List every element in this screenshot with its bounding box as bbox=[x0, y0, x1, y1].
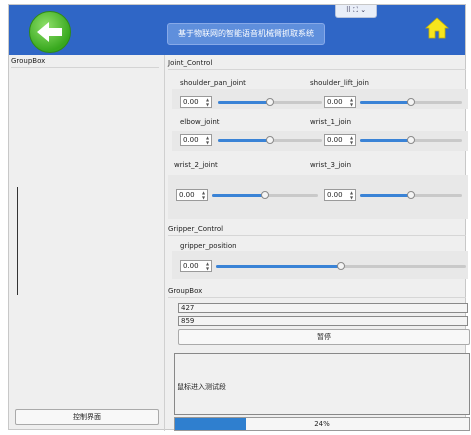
joint-label-shoulder-lift: shoulder_lift_join bbox=[310, 79, 369, 87]
slider-fill bbox=[360, 194, 411, 197]
slider-thumb[interactable] bbox=[266, 136, 274, 144]
slider-thumb[interactable] bbox=[407, 191, 415, 199]
wrist-2-spinbox[interactable]: 0.00 ▲ ▼ bbox=[176, 189, 208, 201]
slider-thumb[interactable] bbox=[407, 98, 415, 106]
joint-label-wrist-1: wrist_1_join bbox=[310, 118, 352, 126]
divider bbox=[168, 297, 466, 298]
spin-value: 0.00 bbox=[183, 262, 199, 270]
slider-thumb[interactable] bbox=[407, 136, 415, 144]
divider bbox=[11, 67, 159, 68]
left-groupbox: GroupBox 控制界面 bbox=[9, 55, 163, 429]
right-panel: Joint_Control shoulder_pan_joint 0.00 ▲ ▼… bbox=[166, 55, 470, 431]
slider-fill bbox=[360, 139, 411, 142]
slider-fill bbox=[212, 194, 265, 197]
shoulder-lift-spinbox[interactable]: 0.00 ▲ ▼ bbox=[324, 96, 356, 108]
control-interface-button[interactable]: 控制界面 bbox=[15, 409, 159, 425]
readout-field-1: 427 bbox=[178, 303, 468, 313]
gripper-position-label: gripper_position bbox=[180, 242, 237, 250]
elbow-slider[interactable] bbox=[218, 136, 322, 144]
gripper-position-slider[interactable] bbox=[216, 262, 466, 270]
slider-thumb[interactable] bbox=[337, 262, 345, 270]
vertical-indicator bbox=[17, 187, 18, 295]
spin-arrows-icon[interactable]: ▲ ▼ bbox=[350, 135, 354, 145]
progress-bar: 24% bbox=[174, 417, 470, 431]
wrist-2-slider[interactable] bbox=[212, 191, 318, 199]
joint-label-elbow: elbow_joint bbox=[180, 118, 220, 126]
shoulder-pan-spinbox[interactable]: 0.00 ▲ ▼ bbox=[180, 96, 212, 108]
arrow-left-icon bbox=[37, 22, 62, 42]
spin-value: 0.00 bbox=[327, 98, 343, 106]
shoulder-pan-slider[interactable] bbox=[218, 98, 322, 106]
left-group-title: GroupBox bbox=[11, 57, 46, 65]
status-group-title: GroupBox bbox=[168, 287, 203, 295]
spin-arrows-icon[interactable]: ▲ ▼ bbox=[350, 97, 354, 107]
spin-value: 0.00 bbox=[179, 191, 195, 199]
slider-fill bbox=[218, 101, 270, 104]
gripper-control-title: Gripper_Control bbox=[168, 225, 224, 233]
wrist-3-slider[interactable] bbox=[360, 191, 462, 199]
back-button[interactable] bbox=[29, 11, 71, 53]
spin-value: 0.00 bbox=[327, 136, 343, 144]
joint-row-bg bbox=[168, 175, 468, 219]
joint-label-shoulder-pan: shoulder_pan_joint bbox=[180, 79, 246, 87]
progress-text: 24% bbox=[314, 420, 330, 428]
spin-arrows-icon[interactable]: ▲ ▼ bbox=[350, 190, 354, 200]
slider-thumb[interactable] bbox=[261, 191, 269, 199]
window-handle-tab[interactable]: ⠿ ⛶ ⌄ bbox=[335, 5, 377, 18]
wrist-3-spinbox[interactable]: 0.00 ▲ ▼ bbox=[324, 189, 356, 201]
gripper-position-spinbox[interactable]: 0.00 ▲ ▼ bbox=[180, 260, 212, 272]
shoulder-lift-slider[interactable] bbox=[360, 98, 462, 106]
spin-value: 0.00 bbox=[183, 98, 199, 106]
spin-arrows-icon[interactable]: ▲ ▼ bbox=[206, 97, 210, 107]
joint-label-wrist-3: wrist_3_join bbox=[310, 161, 352, 169]
wrist-1-slider[interactable] bbox=[360, 136, 462, 144]
log-text: 鼠标进入测试段 bbox=[177, 383, 226, 391]
panel-divider bbox=[164, 55, 165, 431]
home-icon bbox=[424, 17, 450, 39]
spin-value: 0.00 bbox=[183, 136, 199, 144]
divider bbox=[168, 69, 466, 70]
joint-row-bg bbox=[172, 89, 468, 109]
readout-field-2: 859 bbox=[178, 316, 468, 326]
joint-control-title: Joint_Control bbox=[168, 59, 213, 67]
divider bbox=[168, 235, 466, 236]
spin-arrows-icon[interactable]: ▲ ▼ bbox=[206, 135, 210, 145]
spin-value: 0.00 bbox=[327, 191, 343, 199]
spin-arrows-icon[interactable]: ▲ ▼ bbox=[202, 190, 206, 200]
header-bar: 基于物联网的智能语音机械臂抓取系统 ⠿ ⛶ ⌄ bbox=[9, 5, 465, 55]
joint-label-wrist-2: wrist_2_joint bbox=[174, 161, 218, 169]
home-button[interactable] bbox=[424, 17, 450, 41]
wrist-1-spinbox[interactable]: 0.00 ▲ ▼ bbox=[324, 134, 356, 146]
spin-arrows-icon[interactable]: ▲ ▼ bbox=[206, 261, 210, 271]
slider-fill bbox=[216, 265, 341, 268]
pause-button[interactable]: 暂停 bbox=[178, 329, 470, 345]
elbow-spinbox[interactable]: 0.00 ▲ ▼ bbox=[180, 134, 212, 146]
app-window: 基于物联网的智能语音机械臂抓取系统 ⠿ ⛶ ⌄ GroupBox 控制界面 Jo… bbox=[8, 4, 470, 431]
slider-fill bbox=[218, 139, 270, 142]
log-textbox[interactable]: 鼠标进入测试段 bbox=[174, 353, 470, 415]
page-title: 基于物联网的智能语音机械臂抓取系统 bbox=[167, 23, 325, 45]
slider-thumb[interactable] bbox=[266, 98, 274, 106]
slider-fill bbox=[360, 101, 411, 104]
